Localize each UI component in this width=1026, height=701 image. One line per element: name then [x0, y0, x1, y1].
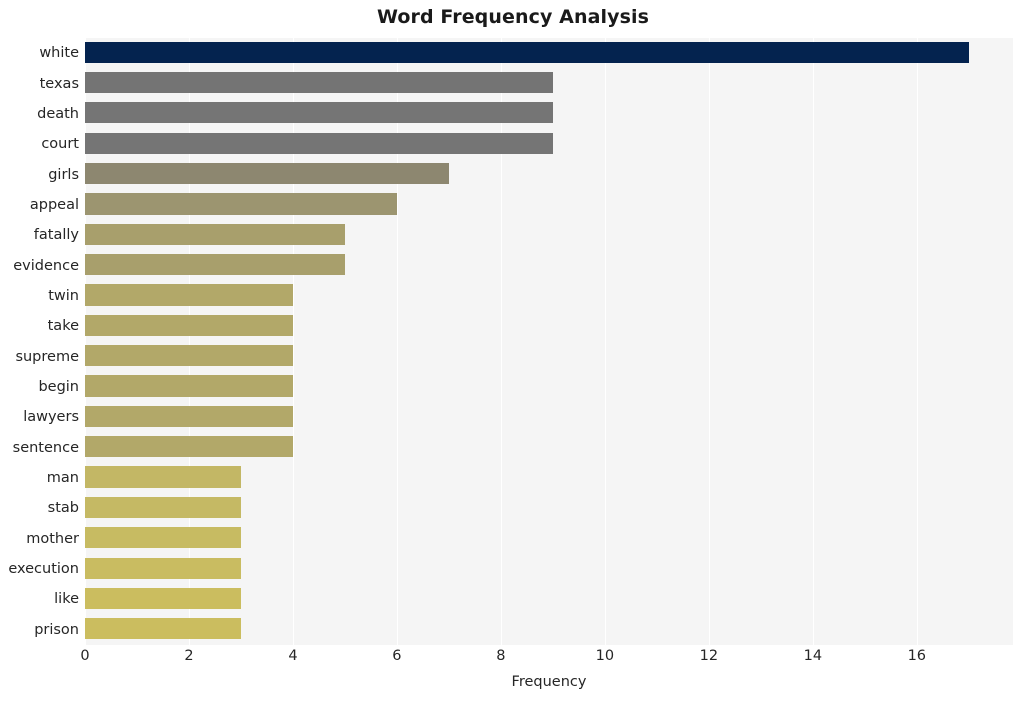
bar[interactable] [85, 193, 397, 215]
bar-row[interactable] [85, 584, 1013, 612]
bar[interactable] [85, 436, 293, 458]
y-axis: white texas death court girls appeal fatally ev… [0, 38, 79, 645]
bar-row[interactable] [85, 554, 1013, 582]
bar[interactable] [85, 466, 241, 488]
y-tick-label: lawyers [23, 409, 79, 426]
bar-row[interactable] [85, 38, 1013, 66]
y-tick-label: twin [48, 287, 79, 304]
bar-row[interactable] [85, 463, 1013, 491]
y-tick-label: begin [38, 379, 79, 396]
bar-row[interactable] [85, 159, 1013, 187]
bar-row[interactable] [85, 433, 1013, 461]
y-tick-label: take [47, 318, 79, 335]
bar[interactable] [85, 162, 449, 185]
bar[interactable] [85, 41, 969, 63]
y-tick-label: death [37, 105, 79, 122]
bar-row[interactable] [85, 281, 1013, 309]
bar-row[interactable] [85, 190, 1013, 218]
y-tick-label: appeal [29, 196, 79, 213]
bar[interactable] [85, 102, 553, 124]
y-tick-label: sentence [12, 439, 79, 456]
bar[interactable] [85, 618, 241, 640]
y-tick-label: man [46, 470, 79, 487]
bar-row[interactable] [85, 493, 1013, 521]
bar-row[interactable] [85, 372, 1013, 400]
y-tick-label: like [54, 591, 79, 608]
bar[interactable] [85, 405, 293, 427]
y-tick-label: evidence [13, 257, 79, 274]
bar[interactable] [85, 496, 241, 519]
x-axis-title: Frequency [511, 674, 587, 690]
x-tick-label: 6 [392, 648, 402, 664]
bar-row[interactable] [85, 250, 1013, 278]
y-tick-label: mother [26, 530, 79, 547]
plot-area [85, 38, 1013, 645]
chart-title: Word Frequency Analysis [376, 6, 650, 28]
bar-row[interactable] [85, 615, 1013, 643]
bar-row[interactable] [85, 129, 1013, 157]
x-axis: 0 2 4 6 8 10 12 14 16 [0, 648, 1026, 672]
bar-row[interactable] [85, 402, 1013, 430]
bar-row[interactable] [85, 68, 1013, 96]
bar-row[interactable] [85, 311, 1013, 339]
x-tick-label: 16 [907, 648, 927, 664]
bar[interactable] [85, 587, 241, 610]
x-tick-label: 4 [288, 648, 298, 664]
bar-row[interactable] [85, 524, 1013, 552]
x-tick-label: 8 [496, 648, 506, 664]
y-tick-label: prison [34, 621, 79, 638]
bar[interactable] [85, 345, 293, 367]
bar[interactable] [85, 527, 241, 549]
bar-row[interactable] [85, 342, 1013, 370]
bar-row[interactable] [85, 220, 1013, 248]
bar[interactable] [85, 557, 241, 579]
x-tick-label: 10 [595, 648, 615, 664]
x-tick-label: 0 [80, 648, 90, 664]
bar[interactable] [85, 223, 345, 245]
y-tick-label: texas [39, 75, 79, 92]
y-tick-label: supreme [15, 348, 79, 365]
bar[interactable] [85, 375, 293, 397]
bar[interactable] [85, 132, 553, 154]
y-tick-label: girls [48, 166, 79, 183]
y-tick-label: stab [47, 500, 79, 517]
bar-row[interactable] [85, 99, 1013, 127]
word-frequency-bar-chart: Word Frequency Analysis white texas death c… [0, 0, 1026, 701]
x-tick-label: 2 [184, 648, 194, 664]
x-tick-label: 14 [803, 648, 823, 664]
bar[interactable] [85, 314, 293, 336]
y-tick-label: court [41, 136, 79, 153]
y-tick-label: execution [8, 561, 79, 578]
y-tick-label: fatally [33, 227, 79, 244]
y-tick-label: white [39, 45, 79, 62]
bar[interactable] [85, 71, 553, 94]
bar[interactable] [85, 254, 345, 276]
bar[interactable] [85, 284, 293, 306]
x-tick-label: 12 [699, 648, 719, 664]
